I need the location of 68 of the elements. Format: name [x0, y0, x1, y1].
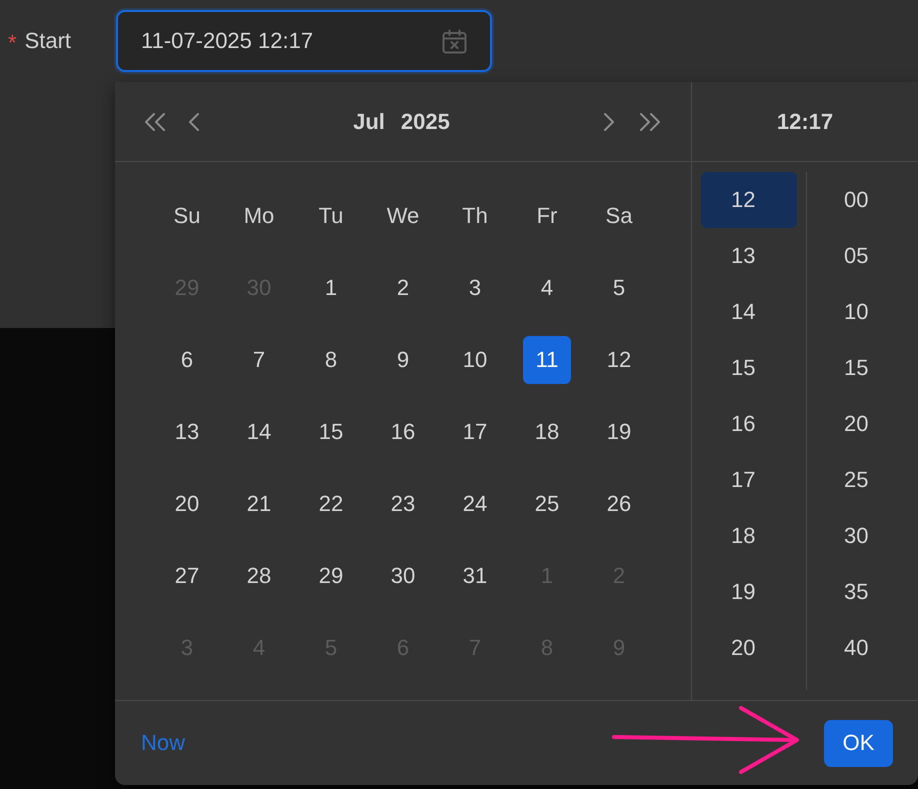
hour-option[interactable]: 12 — [701, 172, 797, 228]
date-cell[interactable]: 19 — [595, 408, 643, 456]
date-cell[interactable]: 4 — [523, 264, 571, 312]
minute-option[interactable]: 20 — [815, 396, 911, 452]
minute-option[interactable]: 25 — [815, 452, 911, 508]
time-header: 12:17 — [776, 110, 834, 132]
ok-button[interactable]: OK — [824, 720, 893, 766]
date-cell[interactable]: 7 — [235, 336, 283, 384]
month-button[interactable]: Jul — [353, 110, 385, 132]
date-cell[interactable]: 6 — [163, 336, 211, 384]
calendar-icon[interactable] — [442, 28, 467, 54]
date-cell[interactable]: 30 — [379, 552, 427, 600]
date-cell[interactable]: 28 — [235, 552, 283, 600]
date-cell[interactable]: 27 — [163, 552, 211, 600]
minute-option[interactable]: 40 — [815, 620, 911, 676]
year-button[interactable]: 2025 — [400, 110, 450, 132]
date-cell[interactable]: 1 — [307, 264, 355, 312]
weekday-label: Th — [462, 205, 488, 227]
date-cell[interactable]: 2 — [379, 264, 427, 312]
date-cell[interactable]: 18 — [523, 408, 571, 456]
hour-option[interactable]: 16 — [701, 396, 797, 452]
date-cell[interactable]: 10 — [451, 336, 499, 384]
required-mark: * — [8, 32, 17, 54]
date-cell[interactable]: 29 — [307, 552, 355, 600]
date-cell[interactable]: 8 — [307, 336, 355, 384]
date-cell[interactable]: 31 — [451, 552, 499, 600]
date-cell[interactable]: 21 — [235, 480, 283, 528]
weekday-label: We — [386, 205, 420, 227]
hour-option[interactable]: 13 — [701, 228, 797, 284]
field-label: Start — [24, 30, 72, 52]
hour-option[interactable]: 18 — [701, 508, 797, 564]
date-cell[interactable]: 26 — [595, 480, 643, 528]
date-cell[interactable]: 24 — [451, 480, 499, 528]
date-cell[interactable]: 11 — [523, 336, 571, 384]
minute-option[interactable]: 15 — [815, 340, 911, 396]
hour-option[interactable]: 17 — [701, 452, 797, 508]
date-cell[interactable]: 12 — [595, 336, 643, 384]
date-cell[interactable]: 20 — [163, 480, 211, 528]
minute-option[interactable]: 35 — [815, 564, 911, 620]
date-cell[interactable]: 22 — [307, 480, 355, 528]
hour-option[interactable]: 19 — [701, 564, 797, 620]
weekday-label: Mo — [244, 205, 274, 227]
date-cell[interactable]: 17 — [451, 408, 499, 456]
date-cell[interactable]: 25 — [523, 480, 571, 528]
date-cell[interactable]: 5 — [595, 264, 643, 312]
date-input[interactable]: 11-07-2025 12:17 — [116, 10, 492, 72]
weekday-label: Tu — [318, 205, 344, 227]
date-cell[interactable]: 14 — [235, 408, 283, 456]
date-cell[interactable]: 15 — [307, 408, 355, 456]
hour-option[interactable]: 15 — [701, 340, 797, 396]
minute-option[interactable]: 10 — [815, 284, 911, 340]
date-cell[interactable]: 9 — [379, 336, 427, 384]
date-cell[interactable]: 16 — [379, 408, 427, 456]
previous-year-icon[interactable] — [142, 112, 168, 132]
next-year-icon[interactable] — [637, 112, 663, 132]
hour-option[interactable]: 20 — [701, 620, 797, 676]
minute-option[interactable]: 00 — [815, 172, 911, 228]
hour-option[interactable]: 14 — [701, 284, 797, 340]
weekday-label: Su — [174, 205, 200, 227]
previous-month-icon[interactable] — [188, 112, 200, 132]
minute-option[interactable]: 05 — [815, 228, 911, 284]
weekday-label: Fr — [536, 205, 558, 227]
date-cell[interactable]: 3 — [451, 264, 499, 312]
minute-option[interactable]: 30 — [815, 508, 911, 564]
date-cell[interactable]: 13 — [163, 408, 211, 456]
date-cell[interactable]: 23 — [379, 480, 427, 528]
weekday-label: Sa — [606, 205, 632, 227]
next-month-icon[interactable] — [603, 112, 615, 132]
